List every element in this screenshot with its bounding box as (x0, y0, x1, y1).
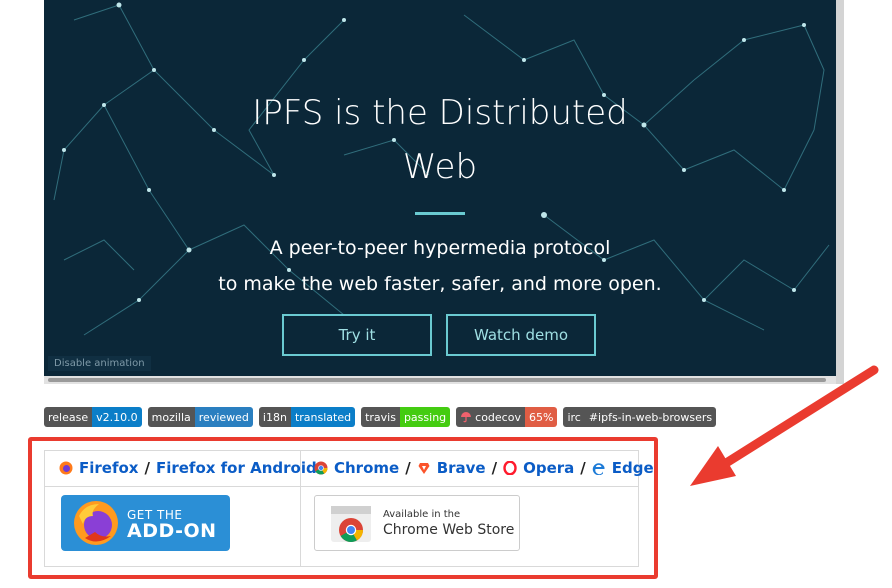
badge-value: v2.10.0 (92, 407, 142, 427)
badge-value: passing (399, 407, 451, 427)
badge-key: mozilla (147, 407, 195, 427)
badge-value: translated (290, 407, 356, 427)
highlight-frame (28, 437, 658, 579)
irc-badge[interactable]: irc #ipfs-in-web-browsers (563, 407, 717, 427)
badge-key: codecov (456, 407, 525, 427)
badge-key: travis (361, 407, 400, 427)
hero-subtitle: A peer-to-peer hypermedia protocol to ma… (44, 230, 836, 302)
badge-value: #ipfs-in-web-browsers (584, 407, 717, 427)
hero-subtitle-line-2: to make the web faster, safer, and more … (218, 273, 662, 295)
hero-title-line-1: IPFS is the Distributed (252, 93, 628, 133)
watch-demo-button[interactable]: Watch demo (446, 314, 596, 356)
codecov-badge[interactable]: codecov 65% (456, 407, 558, 427)
badge-row: release v2.10.0 mozilla reviewed i18n tr… (44, 407, 717, 427)
release-badge[interactable]: release v2.10.0 (44, 407, 142, 427)
travis-badge[interactable]: travis passing (361, 407, 451, 427)
badge-value: reviewed (194, 407, 253, 427)
badge-key: release (44, 407, 93, 427)
try-it-button[interactable]: Try it (282, 314, 432, 356)
ipfs-hero-banner: IPFS is the Distributed Web A peer-to-pe… (44, 0, 836, 376)
mozilla-badge[interactable]: mozilla reviewed (147, 407, 253, 427)
badge-key: i18n (258, 407, 291, 427)
disable-animation-link[interactable]: Disable animation (48, 356, 151, 371)
hero-subtitle-line-1: A peer-to-peer hypermedia protocol (269, 237, 611, 259)
hero-right-edge (836, 0, 844, 384)
horizontal-scrollbar[interactable] (44, 376, 836, 384)
badge-value: 65% (524, 407, 558, 427)
umbrella-icon (461, 412, 472, 423)
hero-divider (415, 212, 465, 215)
scrollbar-thumb[interactable] (48, 378, 826, 382)
hero-title: IPFS is the Distributed Web (44, 86, 836, 194)
badge-key: irc (563, 407, 585, 427)
badge-key-text: codecov (475, 410, 521, 424)
i18n-badge[interactable]: i18n translated (258, 407, 356, 427)
hero-title-line-2: Web (402, 147, 478, 187)
